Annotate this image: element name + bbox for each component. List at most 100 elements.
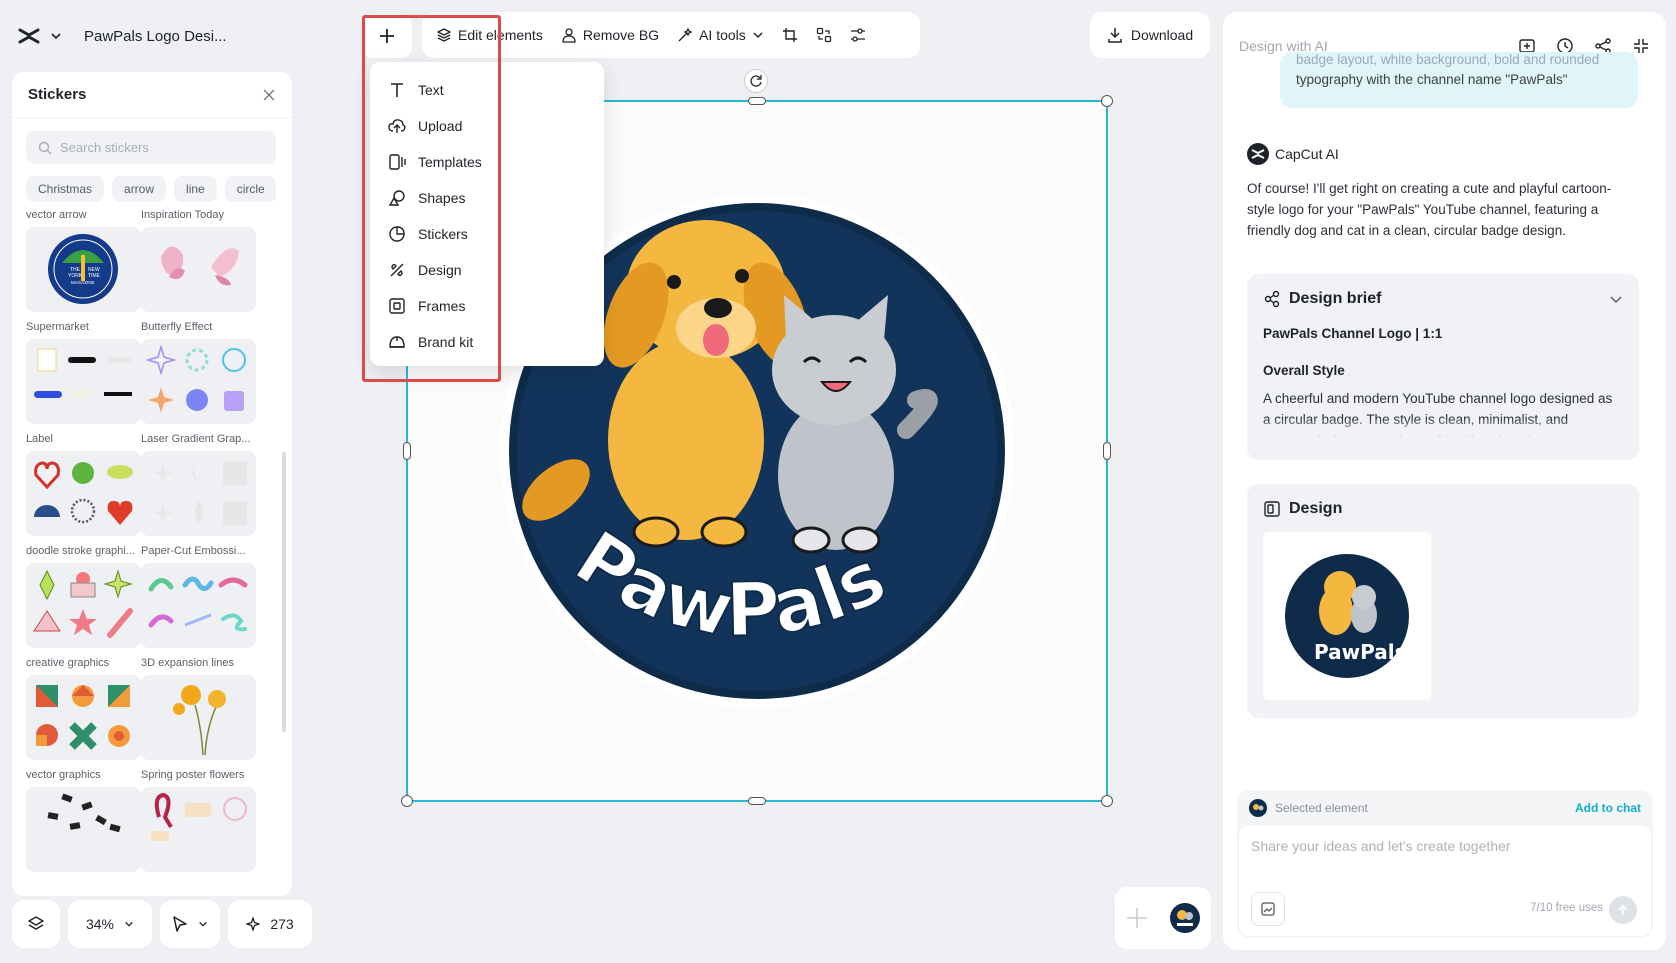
layers-button[interactable] — [12, 900, 60, 948]
edit-elements-button[interactable]: Edit elements — [436, 27, 543, 43]
add-to-chat-button[interactable]: Add to chat — [1575, 801, 1641, 815]
design-card-title: Design — [1289, 500, 1343, 517]
close-icon[interactable] — [262, 88, 276, 102]
chevron-down-icon[interactable] — [1609, 292, 1623, 306]
category-label[interactable]: Label — [26, 433, 141, 445]
layers-icon — [28, 916, 44, 930]
chip-christmas[interactable]: Christmas — [26, 176, 105, 202]
category-label[interactable]: 3D expansion lines — [141, 657, 256, 669]
rotate-handle[interactable] — [744, 69, 768, 93]
download-button[interactable]: Download — [1090, 12, 1210, 58]
brand-kit-icon — [389, 336, 405, 348]
pointer-tool-button[interactable] — [160, 900, 220, 948]
sticker-thumb-ribbons[interactable] — [141, 787, 256, 872]
menu-item-label: Text — [418, 82, 444, 98]
ai-tools-dropdown[interactable]: AI tools — [677, 27, 764, 43]
design-brief-card[interactable]: Design brief PawPals Channel Logo | 1:1 … — [1247, 274, 1639, 460]
category-label[interactable]: vector arrow — [26, 209, 141, 221]
sticker-thumb-spring-flowers[interactable] — [141, 675, 256, 760]
remove-bg-button[interactable]: Remove BG — [561, 27, 659, 43]
menu-item-frames[interactable]: Frames — [370, 288, 604, 324]
selected-element-avatar — [1249, 799, 1267, 817]
page-thumbnail[interactable] — [1168, 901, 1202, 935]
user-message-bubble: badge layout, white background, bold and… — [1280, 52, 1638, 108]
sticker-thumb-creative[interactable] — [26, 563, 141, 648]
chip-circle[interactable]: circle — [224, 176, 276, 202]
menu-item-design[interactable]: Design — [370, 252, 604, 288]
ai-tools-label: AI tools — [699, 27, 746, 43]
menu-item-upload[interactable]: Upload — [370, 108, 604, 144]
category-label[interactable]: Butterfly Effect — [141, 321, 256, 333]
menu-item-brand-kit[interactable]: Brand kit — [370, 324, 604, 360]
send-button[interactable] — [1609, 896, 1637, 924]
chevron-down-icon[interactable] — [50, 30, 62, 42]
sticker-thumb-butterfly[interactable] — [141, 227, 256, 312]
sticker-thumb-3d-lines[interactable] — [141, 563, 256, 648]
category-label[interactable]: creative graphics — [26, 657, 141, 669]
sticker-scrollbar[interactable] — [282, 452, 286, 732]
category-label[interactable]: Inspiration Today — [141, 209, 256, 221]
add-element-button[interactable] — [362, 14, 412, 58]
layers-icon — [436, 27, 452, 43]
upload-image-button[interactable] — [1251, 892, 1285, 926]
design-result-card: Design PawPals — [1247, 484, 1639, 718]
menu-item-text[interactable]: Text — [370, 72, 604, 108]
arrange-button[interactable] — [816, 27, 832, 43]
menu-item-label: Frames — [418, 298, 466, 314]
design-brief-title: Design brief — [1289, 290, 1382, 307]
collapse-icon[interactable] — [1632, 37, 1650, 55]
sticker-thumb-laser-gradient[interactable] — [141, 339, 256, 424]
sticker-thumb-label[interactable] — [26, 339, 141, 424]
sticker-thumb-vector[interactable] — [26, 675, 141, 760]
credits-badge[interactable]: 273 — [228, 900, 312, 948]
menu-item-label: Brand kit — [418, 334, 474, 350]
chip-arrow[interactable]: arrow — [112, 176, 167, 202]
sticker-thumb-supermarket[interactable]: THE NEW YORK TIME MAGAZINE — [26, 227, 141, 312]
category-label[interactable]: Spring poster flowers — [141, 769, 256, 781]
chevron-down-icon — [125, 921, 133, 927]
arrow-up-icon — [1618, 904, 1628, 915]
zoom-control[interactable]: 34% — [68, 900, 152, 948]
stickers-panel: Stickers Christmas arrow line circle vec… — [12, 72, 292, 896]
menu-item-label: Design — [418, 262, 462, 278]
add-page-button[interactable] — [1124, 905, 1150, 931]
sticker-chips: Christmas arrow line circle — [26, 176, 276, 202]
sticker-thumb-confetti[interactable] — [26, 787, 141, 872]
thumbnail-logo-text: PawPals — [1314, 640, 1406, 664]
chip-line[interactable]: line — [174, 176, 217, 202]
category-label[interactable]: Laser Gradient Grap... — [141, 433, 256, 445]
category-label[interactable]: doodle stroke graphi... — [26, 545, 141, 557]
sticker-thumb-paper-cut[interactable] — [141, 451, 256, 536]
search-stickers-input[interactable] — [60, 140, 260, 155]
menu-item-stickers[interactable]: Stickers — [370, 216, 604, 252]
chat-input[interactable] — [1251, 838, 1631, 878]
person-icon — [561, 27, 577, 43]
chat-input-box[interactable]: 7/10 free uses — [1239, 826, 1651, 936]
search-icon — [38, 141, 52, 155]
design-brief-subtitle: PawPals Channel Logo | 1:1 — [1263, 326, 1443, 341]
category-label[interactable]: Supermarket — [26, 321, 141, 333]
menu-item-templates[interactable]: Templates — [370, 144, 604, 180]
download-icon — [1108, 28, 1122, 43]
capcut-logo-icon[interactable] — [18, 27, 40, 45]
search-stickers-field[interactable] — [26, 131, 276, 164]
cursor-icon — [173, 916, 187, 932]
selected-element-label: Selected element — [1275, 801, 1368, 815]
design-result-thumbnail[interactable]: PawPals — [1263, 532, 1431, 700]
adjust-button[interactable] — [850, 27, 866, 43]
add-element-menu: Text Upload Templates Shapes Stickers De… — [370, 62, 604, 366]
capcut-logo-icon — [1247, 143, 1269, 165]
menu-item-label: Shapes — [418, 190, 466, 206]
arrange-icon — [816, 27, 831, 43]
menu-item-shapes[interactable]: Shapes — [370, 180, 604, 216]
page-strip — [1115, 887, 1211, 949]
chevron-down-icon — [752, 29, 764, 41]
category-label[interactable]: Paper-Cut Embossi... — [141, 545, 256, 557]
category-label[interactable]: vector graphics — [26, 769, 141, 781]
project-title[interactable]: PawPals Logo Desi... — [84, 28, 227, 45]
badge-text: YORK — [68, 273, 83, 279]
crop-button[interactable] — [782, 27, 798, 43]
image-icon — [1261, 902, 1275, 916]
sticker-thumb-doodle[interactable] — [26, 451, 141, 536]
design-icon — [1263, 500, 1281, 518]
